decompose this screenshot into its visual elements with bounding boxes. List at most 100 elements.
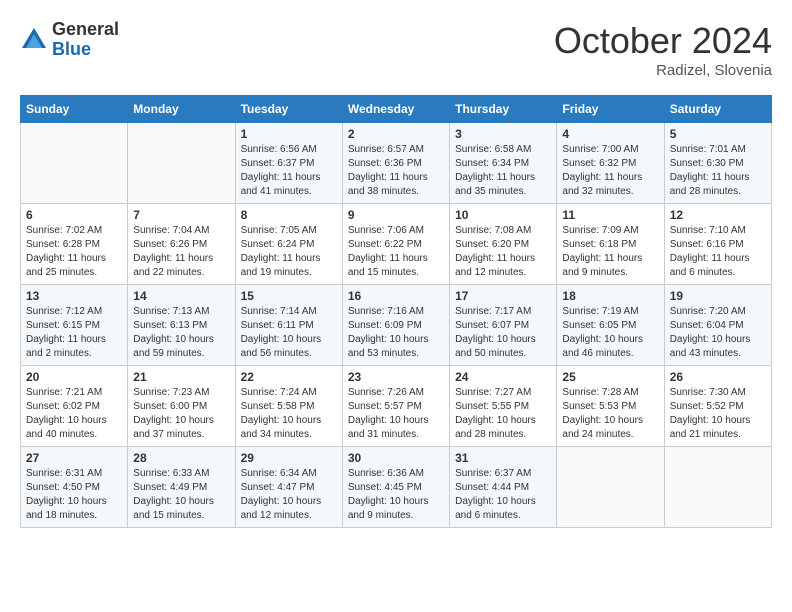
calendar-cell: 16Sunrise: 7:16 AMSunset: 6:09 PMDayligh… <box>342 285 449 366</box>
calendar-cell: 31Sunrise: 6:37 AMSunset: 4:44 PMDayligh… <box>450 447 557 528</box>
cell-content: Sunrise: 7:10 AMSunset: 6:16 PMDaylight:… <box>670 224 766 280</box>
calendar-cell <box>557 447 664 528</box>
cell-content: Sunrise: 7:14 AMSunset: 6:11 PMDaylight:… <box>241 305 337 361</box>
calendar-week-row: 27 Sunrise: 6:31 AMSunset: 4:50 PMDayligh… <box>21 447 772 528</box>
calendar-cell: 11Sunrise: 7:09 AMSunset: 6:18 PMDayligh… <box>557 204 664 285</box>
calendar-cell: 1Sunrise: 6:56 AMSunset: 6:37 PMDaylight… <box>235 123 342 204</box>
day-number: 29 <box>241 451 337 465</box>
calendar-week-row: 20 Sunrise: 7:21 AMSunset: 6:02 PMDayligh… <box>21 366 772 447</box>
cell-content: Sunrise: 7:23 AMSunset: 6:00 PMDaylight:… <box>133 386 229 442</box>
cell-content: Sunrise: 7:08 AMSunset: 6:20 PMDaylight:… <box>455 224 551 280</box>
day-number: 3 <box>455 127 551 141</box>
location: Radizel, Slovenia <box>554 62 772 79</box>
day-number: 28 <box>133 451 229 465</box>
logo: General Blue <box>20 20 119 60</box>
cell-content: Sunrise: 7:19 AMSunset: 6:05 PMDaylight:… <box>562 305 658 361</box>
day-number: 27 <box>26 451 122 465</box>
cell-content: Sunrise: 7:24 AMSunset: 5:58 PMDaylight:… <box>241 386 337 442</box>
cell-content: Sunrise: 7:09 AMSunset: 6:18 PMDaylight:… <box>562 224 658 280</box>
calendar-cell <box>128 123 235 204</box>
calendar-cell: 20 Sunrise: 7:21 AMSunset: 6:02 PMDayligh… <box>21 366 128 447</box>
calendar-week-row: 6 Sunrise: 7:02 AMSunset: 6:28 PMDaylight… <box>21 204 772 285</box>
day-number: 19 <box>670 289 766 303</box>
day-number: 26 <box>670 370 766 384</box>
day-number: 18 <box>562 289 658 303</box>
cell-content: Sunrise: 7:12 AMSunset: 6:15 PMDaylight:… <box>26 305 122 361</box>
day-number: 15 <box>241 289 337 303</box>
calendar-week-row: 1Sunrise: 6:56 AMSunset: 6:37 PMDaylight… <box>21 123 772 204</box>
calendar-cell: 26 Sunrise: 7:30 AMSunset: 5:52 PMDayligh… <box>664 366 771 447</box>
calendar-cell: 22 Sunrise: 7:24 AMSunset: 5:58 PMDayligh… <box>235 366 342 447</box>
cell-content: Sunrise: 6:56 AMSunset: 6:37 PMDaylight:… <box>241 143 337 199</box>
cell-content: Sunrise: 7:21 AMSunset: 6:02 PMDaylight:… <box>26 386 122 442</box>
calendar-cell: 3 Sunrise: 6:58 AMSunset: 6:34 PMDaylight… <box>450 123 557 204</box>
day-number: 31 <box>455 451 551 465</box>
day-number: 8 <box>241 208 337 222</box>
calendar-cell: 28 Sunrise: 6:33 AMSunset: 4:49 PMDayligh… <box>128 447 235 528</box>
weekday-header-row: SundayMondayTuesdayWednesdayThursdayFrid… <box>21 96 772 123</box>
cell-content: Sunrise: 7:26 AMSunset: 5:57 PMDaylight:… <box>348 386 444 442</box>
calendar-cell: 5 Sunrise: 7:01 AMSunset: 6:30 PMDaylight… <box>664 123 771 204</box>
calendar-table: SundayMondayTuesdayWednesdayThursdayFrid… <box>20 95 772 528</box>
calendar-cell <box>21 123 128 204</box>
cell-content: Sunrise: 7:30 AMSunset: 5:52 PMDaylight:… <box>670 386 766 442</box>
calendar-cell: 25 Sunrise: 7:28 AMSunset: 5:53 PMDayligh… <box>557 366 664 447</box>
calendar-cell: 17 Sunrise: 7:17 AMSunset: 6:07 PMDayligh… <box>450 285 557 366</box>
cell-content: Sunrise: 7:01 AMSunset: 6:30 PMDaylight:… <box>670 143 766 199</box>
day-number: 25 <box>562 370 658 384</box>
cell-content: Sunrise: 7:02 AMSunset: 6:28 PMDaylight:… <box>26 224 122 280</box>
day-number: 4 <box>562 127 658 141</box>
weekday-header-friday: Friday <box>557 96 664 123</box>
calendar-cell: 2 Sunrise: 6:57 AMSunset: 6:36 PMDaylight… <box>342 123 449 204</box>
weekday-header-saturday: Saturday <box>664 96 771 123</box>
day-number: 23 <box>348 370 444 384</box>
day-number: 16 <box>348 289 444 303</box>
cell-content: Sunrise: 6:34 AMSunset: 4:47 PMDaylight:… <box>241 467 337 523</box>
calendar-cell: 24 Sunrise: 7:27 AMSunset: 5:55 PMDayligh… <box>450 366 557 447</box>
cell-content: Sunrise: 7:13 AMSunset: 6:13 PMDaylight:… <box>133 305 229 361</box>
calendar-cell: 27 Sunrise: 6:31 AMSunset: 4:50 PMDayligh… <box>21 447 128 528</box>
day-number: 10 <box>455 208 551 222</box>
cell-content: Sunrise: 6:58 AMSunset: 6:34 PMDaylight:… <box>455 143 551 199</box>
weekday-header-monday: Monday <box>128 96 235 123</box>
cell-content: Sunrise: 6:31 AMSunset: 4:50 PMDaylight:… <box>26 467 122 523</box>
calendar-cell: 21 Sunrise: 7:23 AMSunset: 6:00 PMDayligh… <box>128 366 235 447</box>
calendar-cell: 8 Sunrise: 7:05 AMSunset: 6:24 PMDaylight… <box>235 204 342 285</box>
cell-content: Sunrise: 7:27 AMSunset: 5:55 PMDaylight:… <box>455 386 551 442</box>
cell-content: Sunrise: 7:05 AMSunset: 6:24 PMDaylight:… <box>241 224 337 280</box>
calendar-cell: 30 Sunrise: 6:36 AMSunset: 4:45 PMDayligh… <box>342 447 449 528</box>
weekday-header-sunday: Sunday <box>21 96 128 123</box>
day-number: 21 <box>133 370 229 384</box>
logo-general-text: General <box>52 20 119 40</box>
cell-content: Sunrise: 7:28 AMSunset: 5:53 PMDaylight:… <box>562 386 658 442</box>
calendar-cell: 9Sunrise: 7:06 AMSunset: 6:22 PMDaylight… <box>342 204 449 285</box>
day-number: 6 <box>26 208 122 222</box>
day-number: 12 <box>670 208 766 222</box>
day-number: 24 <box>455 370 551 384</box>
cell-content: Sunrise: 7:17 AMSunset: 6:07 PMDaylight:… <box>455 305 551 361</box>
calendar-cell <box>664 447 771 528</box>
weekday-header-wednesday: Wednesday <box>342 96 449 123</box>
calendar-cell: 12 Sunrise: 7:10 AMSunset: 6:16 PMDayligh… <box>664 204 771 285</box>
calendar-cell: 6 Sunrise: 7:02 AMSunset: 6:28 PMDaylight… <box>21 204 128 285</box>
cell-content: Sunrise: 7:20 AMSunset: 6:04 PMDaylight:… <box>670 305 766 361</box>
day-number: 30 <box>348 451 444 465</box>
day-number: 13 <box>26 289 122 303</box>
cell-content: Sunrise: 6:33 AMSunset: 4:49 PMDaylight:… <box>133 467 229 523</box>
cell-content: Sunrise: 7:00 AMSunset: 6:32 PMDaylight:… <box>562 143 658 199</box>
cell-content: Sunrise: 7:04 AMSunset: 6:26 PMDaylight:… <box>133 224 229 280</box>
calendar-cell: 4 Sunrise: 7:00 AMSunset: 6:32 PMDaylight… <box>557 123 664 204</box>
logo-blue-text: Blue <box>52 40 119 60</box>
day-number: 7 <box>133 208 229 222</box>
calendar-cell: 7 Sunrise: 7:04 AMSunset: 6:26 PMDaylight… <box>128 204 235 285</box>
day-number: 2 <box>348 127 444 141</box>
calendar-cell: 23 Sunrise: 7:26 AMSunset: 5:57 PMDayligh… <box>342 366 449 447</box>
calendar-week-row: 13 Sunrise: 7:12 AMSunset: 6:15 PMDayligh… <box>21 285 772 366</box>
cell-content: Sunrise: 6:57 AMSunset: 6:36 PMDaylight:… <box>348 143 444 199</box>
cell-content: Sunrise: 6:36 AMSunset: 4:45 PMDaylight:… <box>348 467 444 523</box>
day-number: 22 <box>241 370 337 384</box>
day-number: 20 <box>26 370 122 384</box>
day-number: 17 <box>455 289 551 303</box>
weekday-header-thursday: Thursday <box>450 96 557 123</box>
day-number: 5 <box>670 127 766 141</box>
